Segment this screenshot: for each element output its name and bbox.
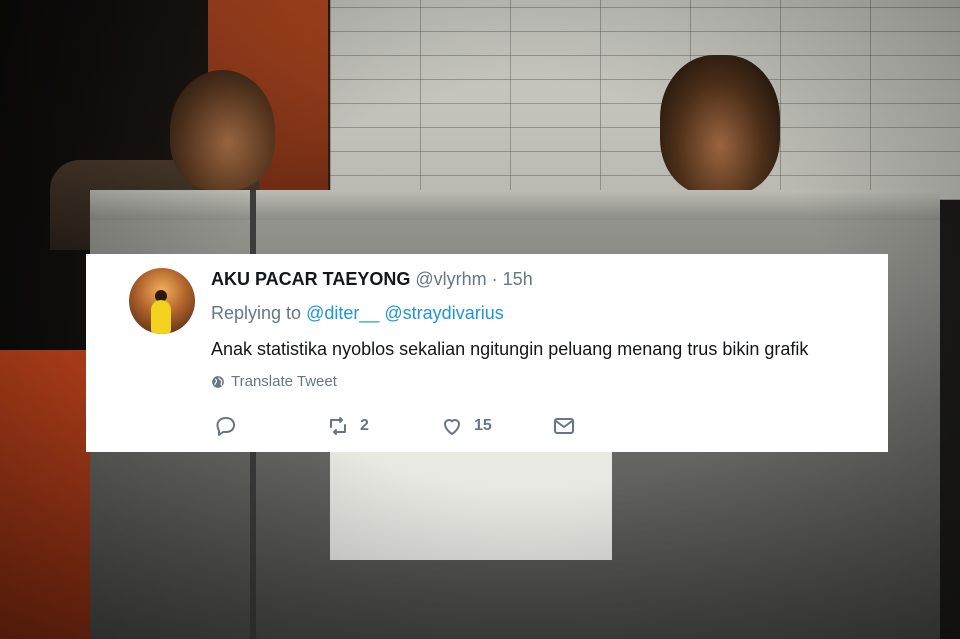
- retweet-icon: [330, 417, 346, 435]
- replying-to-line: Replying to @diter__ @straydivarius: [211, 302, 504, 324]
- reply-button[interactable]: [214, 414, 238, 438]
- direct-message-button[interactable]: [552, 414, 576, 438]
- tweet-card: AKU PACAR TAEYONG @vlyrhm · 15h Replying…: [86, 254, 888, 452]
- heart-icon: [444, 419, 460, 435]
- tweet-header: AKU PACAR TAEYONG @vlyrhm · 15h: [211, 268, 533, 290]
- like-button[interactable]: 15: [440, 414, 492, 438]
- avatar[interactable]: [129, 268, 195, 334]
- display-name[interactable]: AKU PACAR TAEYONG: [211, 269, 410, 289]
- avatar-figure: [151, 300, 171, 334]
- like-count: 15: [474, 417, 492, 434]
- tweet-timestamp[interactable]: 15h: [503, 269, 533, 289]
- retweet-button[interactable]: 2: [326, 414, 369, 438]
- envelope-icon: [554, 418, 574, 434]
- mention-link[interactable]: @diter__: [306, 303, 379, 323]
- translate-tweet-link[interactable]: Translate Tweet: [211, 372, 337, 392]
- separator-dot: ·: [491, 269, 498, 289]
- tweet-text: Anak statistika nyoblos sekalian ngitung…: [211, 339, 809, 359]
- globe-icon: [212, 376, 224, 388]
- mention-link[interactable]: @straydivarius: [384, 303, 503, 323]
- user-handle[interactable]: @vlyrhm: [415, 269, 486, 289]
- retweet-count: 2: [360, 417, 369, 434]
- translate-tweet-label: Translate Tweet: [231, 373, 337, 390]
- reply-icon: [216, 417, 235, 436]
- replying-to-label: Replying to: [211, 303, 302, 323]
